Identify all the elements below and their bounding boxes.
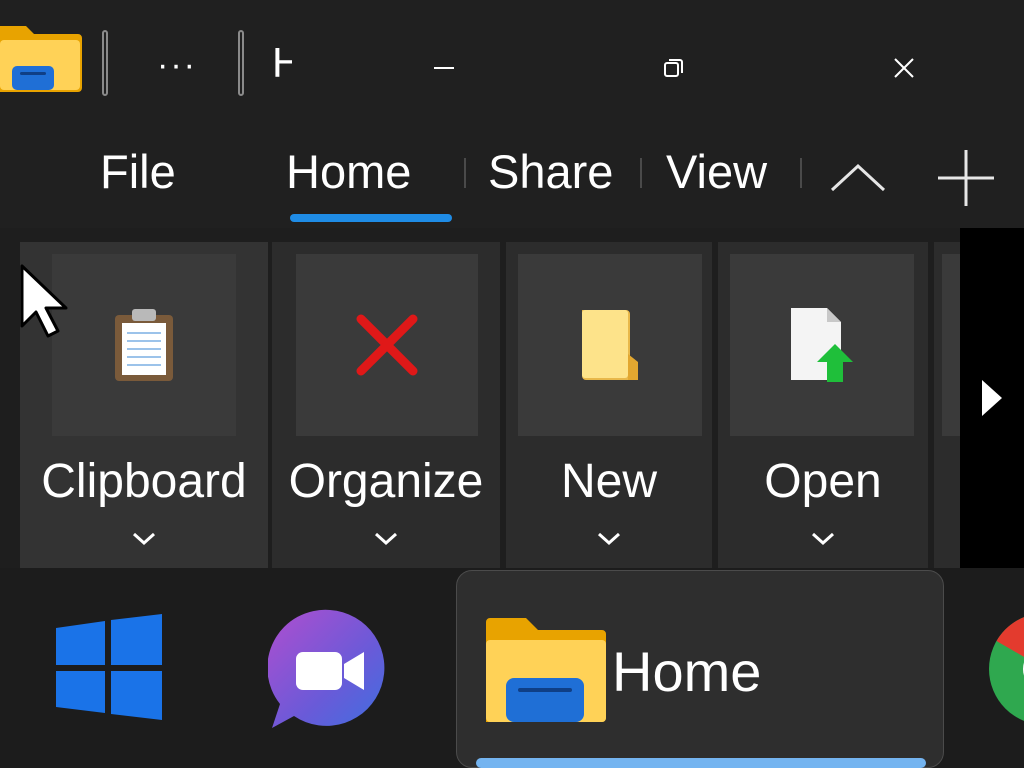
delete-x-icon [356, 314, 418, 376]
new-folder-icon [582, 310, 638, 380]
ribbon-group-label: Open [764, 455, 882, 508]
tab-file[interactable]: File [100, 142, 176, 202]
ribbon-group-label: New [560, 455, 658, 508]
new-tab-button[interactable] [928, 148, 1004, 208]
chevron-down-icon[interactable] [272, 530, 500, 556]
ribbon-group-open[interactable]: Open [718, 242, 928, 570]
new-folder-button[interactable] [518, 254, 702, 436]
ribbon: Clipboard Organize New Open [0, 228, 1024, 570]
close-icon [894, 58, 914, 78]
teams-chat-button[interactable] [267, 608, 390, 730]
tab-home[interactable]: Home [286, 142, 411, 202]
chevron-down-icon[interactable] [506, 530, 712, 556]
mouse-cursor-icon [20, 264, 68, 338]
taskbar-item-label: Home [612, 640, 762, 703]
folder-icon[interactable] [0, 20, 82, 92]
selected-tab-indicator [290, 214, 452, 222]
close-button[interactable] [876, 40, 932, 96]
tab-separator [640, 158, 642, 188]
clipboard-button[interactable] [52, 254, 236, 436]
taskbar: Home [0, 568, 1024, 768]
active-app-indicator [476, 758, 926, 768]
ribbon-tabs: File Home Share View [0, 130, 1024, 226]
start-button[interactable] [56, 614, 162, 720]
separator [238, 30, 244, 96]
tab-view[interactable]: View [666, 142, 767, 202]
open-file-icon [791, 308, 853, 382]
chrome-icon [989, 617, 1024, 721]
ribbon-group-partial[interactable] [934, 242, 960, 570]
plus-icon [938, 150, 994, 206]
chrome-button[interactable] [988, 612, 1024, 726]
folder-icon [486, 616, 606, 722]
window-title: H [272, 40, 292, 86]
chevron-down-icon[interactable] [20, 530, 268, 556]
ribbon-group-organize[interactable]: Organize [272, 242, 500, 570]
tab-share[interactable]: Share [488, 142, 613, 202]
minimize-button[interactable] [416, 40, 472, 96]
ribbon-scroll-right-button[interactable] [960, 228, 1024, 568]
clipboard-icon [115, 309, 173, 381]
minimize-icon [434, 67, 454, 69]
ribbon-group-label: Organize [288, 455, 484, 508]
more-options-button[interactable]: ··· [148, 40, 206, 90]
title-bar: ··· H [0, 0, 1024, 130]
restore-icon [664, 59, 683, 77]
delete-button[interactable] [296, 254, 478, 436]
separator [102, 30, 108, 96]
tab-separator [464, 158, 466, 188]
ribbon-button-partial[interactable] [942, 254, 960, 436]
collapse-ribbon-button[interactable] [820, 148, 896, 208]
windows-logo-icon [56, 614, 162, 720]
chevron-up-icon [830, 163, 886, 192]
tab-separator [800, 158, 802, 188]
chevron-down-icon[interactable] [718, 530, 928, 556]
restore-button[interactable] [646, 40, 702, 96]
open-button[interactable] [730, 254, 914, 436]
ribbon-group-new[interactable]: New [506, 242, 712, 570]
chevron-right-icon [982, 380, 1002, 416]
ribbon-group-label: Clipboard [41, 455, 247, 508]
video-chat-icon [267, 609, 385, 728]
